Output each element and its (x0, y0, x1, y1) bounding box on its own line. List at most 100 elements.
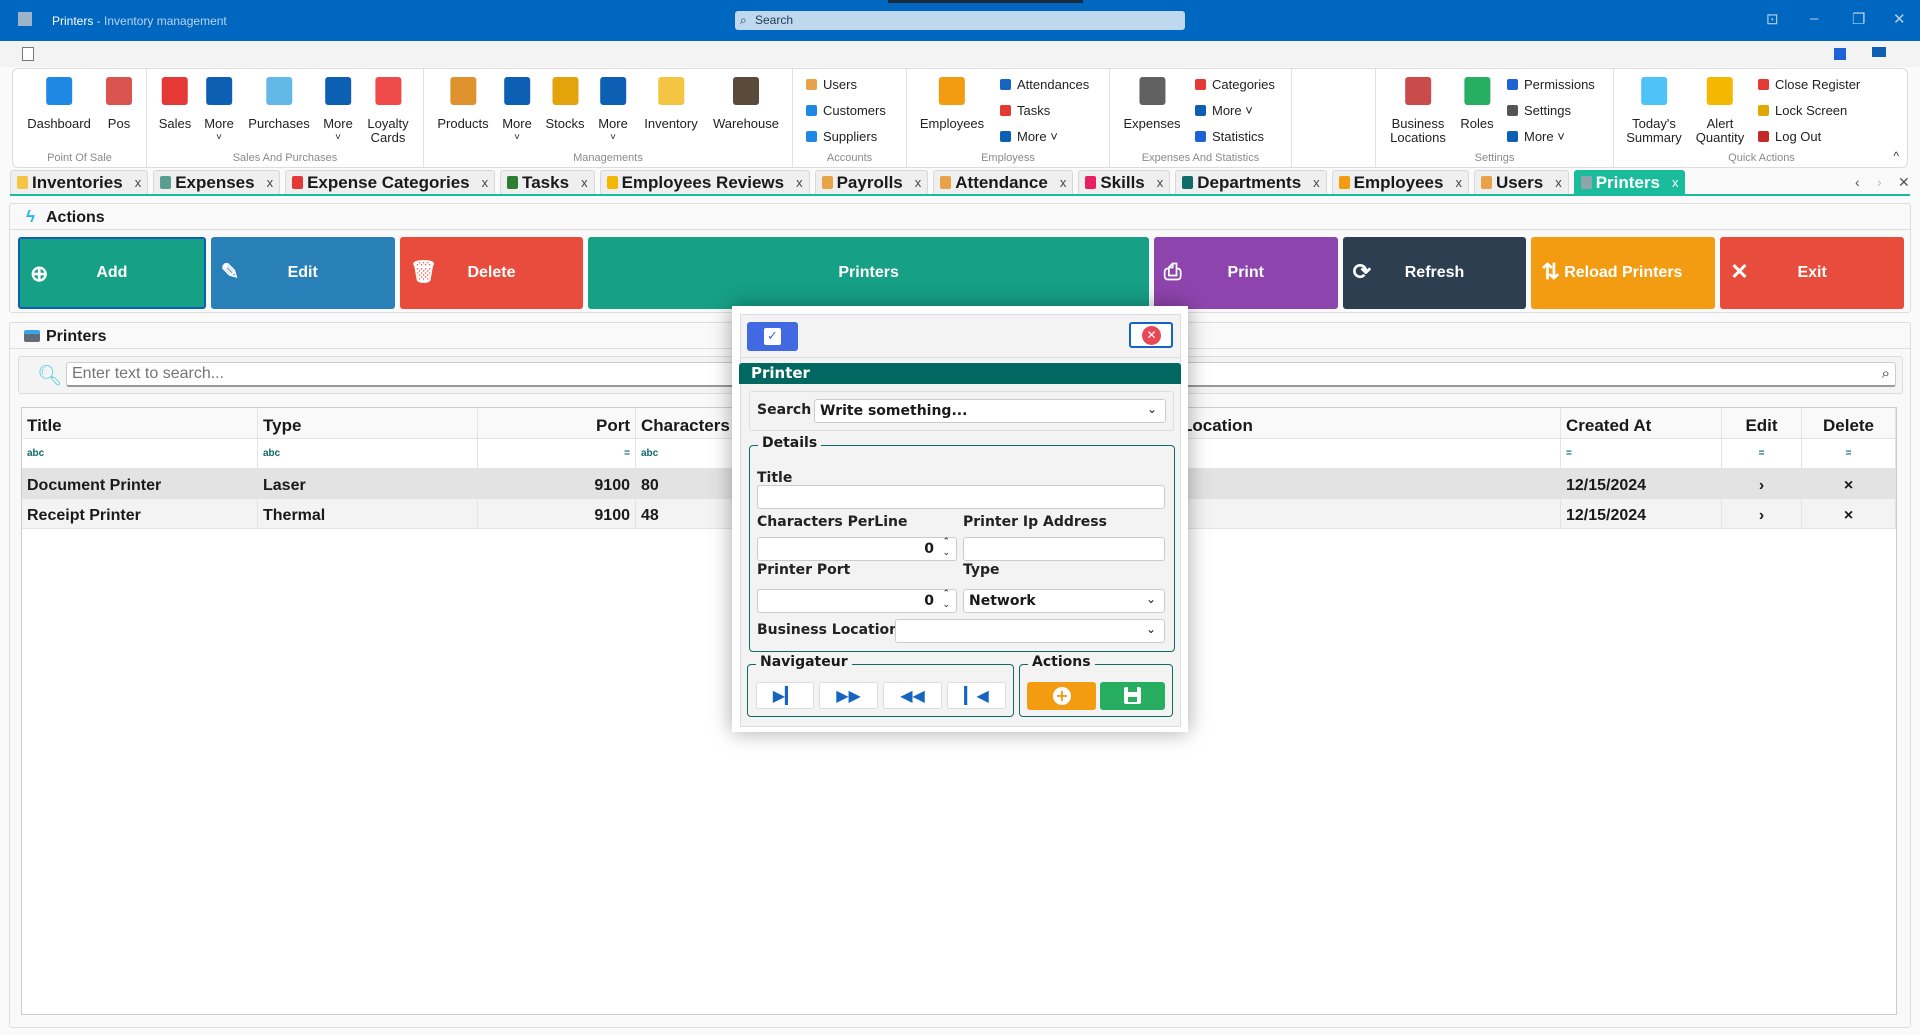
nav-prev-button[interactable]: ◀◀ (883, 682, 942, 709)
add-button[interactable]: ⊕ Add (18, 237, 206, 309)
tab-close-button[interactable]: x (1555, 175, 1562, 190)
ribbon-item-attendances[interactable]: Attendances (1000, 77, 1089, 92)
confirm-button[interactable]: ✓ (747, 322, 798, 351)
tab-close-button[interactable]: x (135, 175, 142, 190)
tab-next-button[interactable]: › (1877, 174, 1882, 190)
exit-button[interactable]: ✕ Exit (1720, 237, 1904, 309)
ribbon-item-suppliers[interactable]: Suppliers (806, 129, 877, 144)
ribbon-item-categories[interactable]: Categories (1195, 77, 1275, 92)
tab-close-button[interactable]: x (1672, 175, 1679, 190)
tab-employees[interactable]: Employees x (1331, 170, 1469, 194)
tab-employees-reviews[interactable]: Employees Reviews x (599, 170, 810, 194)
dialog-add-button[interactable]: + (1027, 682, 1096, 710)
dialog-close-button[interactable]: ✕ (1129, 322, 1173, 348)
tab-expenses[interactable]: Expenses x (153, 170, 281, 194)
tab-close-button[interactable]: x (267, 175, 274, 190)
edit-button[interactable]: ✎ Edit (210, 237, 395, 309)
minimize-button[interactable]: – (1810, 10, 1818, 27)
tab-printers[interactable]: Printers x (1573, 170, 1686, 194)
ribbon-item-more[interactable]: More ˅ (1507, 129, 1565, 144)
ribbon-item-lock-screen[interactable]: Lock Screen (1758, 103, 1847, 118)
ribbon-item-log-out[interactable]: Log Out (1758, 129, 1821, 144)
collapse-ribbon-button[interactable]: ^ (1893, 149, 1899, 163)
tab-users[interactable]: Users x (1473, 170, 1569, 194)
tab-prev-button[interactable]: ‹ (1855, 174, 1860, 190)
close-window-button[interactable]: ✕ (1893, 10, 1906, 28)
cell-edit[interactable]: = (1722, 439, 1802, 469)
tab-close-button[interactable]: x (581, 175, 588, 190)
document-menu-icon[interactable] (22, 47, 34, 61)
cell-location[interactable] (1177, 439, 1561, 469)
tab-expense-categories[interactable]: Expense Categories x (285, 170, 496, 194)
cell-type[interactable]: abc (258, 439, 478, 469)
pin-icon[interactable]: ⊡ (1766, 10, 1779, 28)
ribbon-button-more[interactable]: More ˅ (598, 77, 628, 145)
tab-close-all-button[interactable]: ✕ (1898, 174, 1910, 191)
cell-port[interactable]: = (478, 439, 636, 469)
print-button[interactable]: ⎙ Print (1153, 237, 1338, 309)
ribbon-item-settings[interactable]: Settings (1507, 103, 1571, 118)
ribbon-button-sales[interactable]: Sales (159, 77, 191, 131)
nav-first-button[interactable]: ▎◀ (947, 682, 1006, 709)
ribbon-button-more[interactable]: More ˅ (502, 77, 532, 145)
spinner-icon[interactable]: ⌃ ⌄ (942, 589, 950, 611)
dialog-search-select[interactable]: Write something... ⌄ (814, 399, 1166, 423)
ribbon-button-warehouse[interactable]: Warehouse (713, 77, 779, 131)
global-search[interactable]: ⌕ Search (735, 11, 1185, 30)
layout-icon[interactable] (1834, 48, 1846, 60)
refresh-button[interactable]: ⟳ Refresh (1342, 237, 1527, 309)
ribbon-button-products[interactable]: Products (437, 77, 489, 131)
reload-printers-button[interactable]: ⇅ Reload Printers (1531, 237, 1716, 309)
tab-close-button[interactable]: x (1313, 175, 1320, 190)
ribbon-button-businesslocations[interactable]: Business Locations (1390, 77, 1446, 145)
tab-inventories[interactable]: Inventories x (10, 170, 149, 194)
ribbon-button-roles[interactable]: Roles (1460, 77, 1494, 131)
ribbon-button-loyaltycards[interactable]: Loyalty Cards (367, 77, 409, 145)
ribbon-button-more[interactable]: More ˅ (323, 77, 353, 145)
tab-payrolls[interactable]: Payrolls x (814, 170, 929, 194)
ribbon-item-close-register[interactable]: Close Register (1758, 77, 1860, 92)
ip-input[interactable] (963, 537, 1165, 561)
nav-last-button[interactable]: ▶▎ (756, 682, 814, 709)
nav-next-button[interactable]: ▶▶ (819, 682, 878, 709)
tab-close-button[interactable]: x (1157, 175, 1164, 190)
tab-attendance[interactable]: Attendance x (933, 170, 1074, 194)
ribbon-button-pos[interactable]: Pos (106, 77, 132, 131)
tab-close-button[interactable]: x (482, 175, 489, 190)
tab-skills[interactable]: Skills x (1078, 170, 1171, 194)
ribbon-item-tasks[interactable]: Tasks (1000, 103, 1050, 118)
ribbon-button-inventory[interactable]: Inventory (644, 77, 698, 131)
cpl-stepper[interactable]: 0 ⌃ ⌄ (757, 537, 957, 561)
ribbon-item-more[interactable]: More ˅ (1000, 129, 1058, 144)
printers-button[interactable]: Printers (588, 237, 1149, 309)
ribbon-item-statistics[interactable]: Statistics (1195, 129, 1264, 144)
tab-close-button[interactable]: x (1060, 175, 1067, 190)
cell-delete[interactable]: = (1802, 439, 1896, 469)
ribbon-button-stocks[interactable]: Stocks (545, 77, 585, 131)
port-stepper[interactable]: 0 ⌃ ⌄ (757, 589, 957, 613)
ribbon-button-dashboard[interactable]: Dashboard (27, 77, 91, 131)
cell-title[interactable]: abc (22, 439, 258, 469)
ribbon-item-users[interactable]: Users (806, 77, 857, 92)
search-icon[interactable]: ⌕ (1882, 365, 1890, 382)
ribbon-item-customers[interactable]: Customers (806, 103, 886, 118)
type-select[interactable]: Network ⌄ (963, 589, 1165, 613)
location-select[interactable]: ⌄ (895, 619, 1165, 643)
ribbon-button-employees[interactable]: Employees (920, 77, 984, 131)
theme-icon[interactable] (1872, 47, 1886, 57)
ribbon-button-more[interactable]: More ˅ (204, 77, 234, 145)
tab-close-button[interactable]: x (796, 175, 803, 190)
tab-tasks[interactable]: Tasks x (500, 170, 595, 194)
tab-close-button[interactable]: x (1455, 175, 1462, 190)
ribbon-button-alertquantity[interactable]: Alert Quantity (1696, 77, 1744, 145)
restore-button[interactable]: ❐ (1852, 10, 1865, 28)
ribbon-button-purchases[interactable]: Purchases (248, 77, 310, 131)
dialog-save-button[interactable] (1100, 682, 1165, 710)
ribbon-button-expenses[interactable]: Expenses (1123, 77, 1181, 131)
title-input[interactable] (757, 485, 1165, 509)
ribbon-item-more[interactable]: More ˅ (1195, 103, 1253, 118)
ribbon-item-permissions[interactable]: Permissions (1507, 77, 1595, 92)
delete-button[interactable]: 🗑 Delete (399, 237, 584, 309)
ribbon-button-today-ssummary[interactable]: Today's Summary (1626, 77, 1682, 145)
tab-close-button[interactable]: x (915, 175, 922, 190)
